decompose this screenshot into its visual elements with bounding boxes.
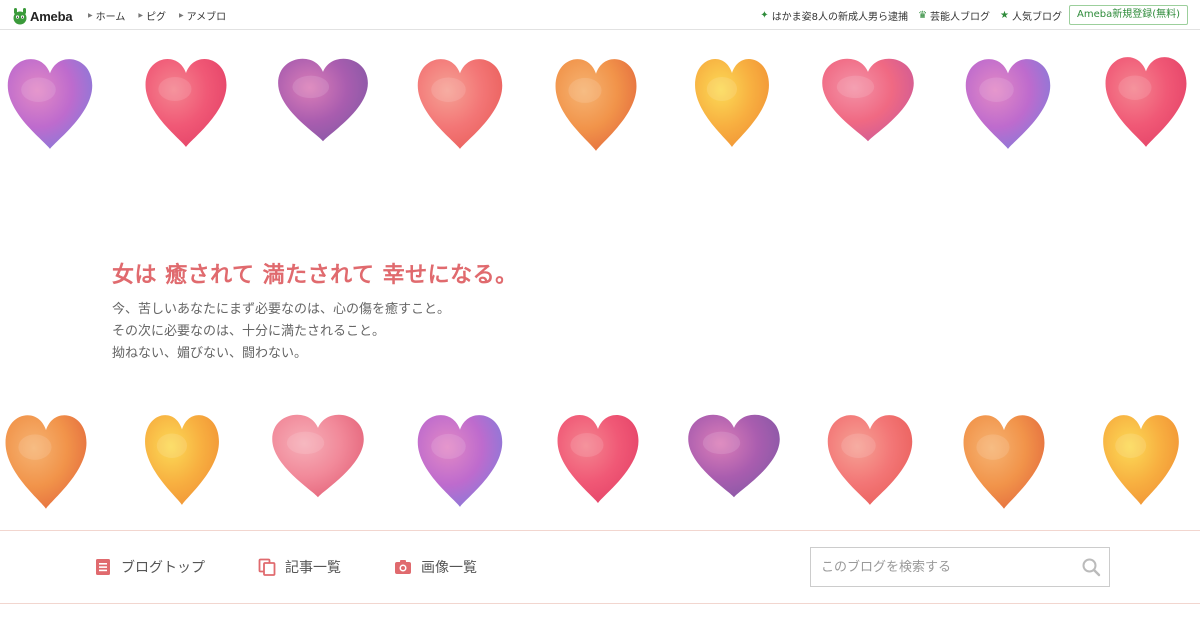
blog-top-link[interactable]: ブログトップ [94, 557, 205, 577]
blog-nav: ブログトップ 記事一覧 画像一覧 [0, 530, 1200, 604]
heart-illustration [266, 411, 370, 501]
entry-list-label: 記事一覧 [285, 560, 341, 576]
heart-illustration [412, 55, 508, 153]
caret-right-icon: ▶ [138, 12, 143, 19]
register-button[interactable]: Ameba新規登録(無料) [1068, 5, 1188, 25]
caret-right-icon: ▶ [88, 12, 93, 19]
nav-pigg[interactable]: ▶ ピグ [138, 8, 166, 23]
celebrity-blog-link[interactable]: ♛ 芸能人ブログ [918, 8, 990, 23]
blog-catchphrase: 女は 癒されて 満たされて 幸せになる。 [112, 263, 518, 288]
news-link-label: はかま姿8人の新成人男ら逮捕 [771, 12, 909, 23]
heart-illustration [550, 55, 642, 155]
heart-illustration [1098, 411, 1184, 509]
image-list-link[interactable]: 画像一覧 [394, 557, 477, 577]
ameba-mascot-icon [13, 8, 27, 25]
caret-right-icon: ▶ [178, 12, 184, 19]
heart-illustration [412, 411, 508, 511]
heart-illustration [2, 55, 98, 153]
blog-search [810, 547, 1110, 587]
blog-lead: 今、苦しいあなたにまず必要なのは、心の傷を癒すこと。 その次に必要なのは、十分に… [112, 299, 450, 365]
ameba-logo[interactable]: Ameba [12, 6, 73, 26]
heart-illustration [958, 411, 1050, 513]
heart-illustration [0, 411, 92, 513]
star-icon: ★ [1000, 10, 1009, 21]
heart-illustration [552, 411, 644, 507]
heart-illustration [682, 411, 786, 501]
copy-icon [258, 558, 276, 576]
nav-ameblo-label: アメブロ [186, 12, 227, 23]
crown-icon: ♛ [918, 10, 928, 21]
logo-text: Ameba [30, 8, 73, 24]
lead-line: その次に必要なのは、十分に満たされること。 [112, 324, 386, 339]
document-icon [96, 559, 110, 575]
heart-illustration [140, 411, 224, 509]
lead-line: 今、苦しいあなたにまず必要なのは、心の傷を癒すこと。 [112, 302, 451, 317]
popular-blog-label: 人気ブログ [1012, 12, 1062, 23]
nav-ameblo[interactable]: ▶ アメブロ [179, 8, 226, 23]
sparkle-icon: ✦ [760, 10, 769, 21]
lead-line: 拗ねない、媚びない、闘わない。 [112, 346, 308, 361]
news-link[interactable]: ✦ はかま姿8人の新成人男ら逮捕 [760, 8, 908, 23]
service-nav: ▶ ホーム ▶ ピグ ▶ アメブロ [88, 8, 239, 23]
entry-list-link[interactable]: 記事一覧 [258, 557, 341, 577]
blog-header-image: 女は 癒されて 満たされて 幸せになる。 今、苦しいあなたにまず必要なのは、心の… [0, 31, 1200, 531]
nav-home-label: ホーム [95, 12, 126, 23]
nav-home[interactable]: ▶ ホーム [88, 8, 125, 23]
celebrity-blog-label: 芸能人ブログ [930, 12, 991, 23]
heart-illustration [960, 55, 1056, 153]
global-header: Ameba ▶ ホーム ▶ ピグ ▶ アメブロ ✦ はかま姿8人の新成人男ら逮捕 ♛ 芸能… [0, 0, 1200, 30]
heart-illustration [690, 55, 774, 151]
blog-search-input[interactable] [811, 548, 1071, 586]
top-links: ✦ はかま姿8人の新成人男ら逮捕 ♛ 芸能人ブログ ★ 人気ブログ [750, 8, 1062, 23]
image-list-label: 画像一覧 [421, 560, 477, 576]
blog-top-label: ブログトップ [121, 560, 205, 576]
search-icon[interactable] [1081, 557, 1101, 577]
heart-illustration [1100, 53, 1192, 151]
heart-illustration [822, 411, 918, 509]
nav-pigg-label: ピグ [145, 12, 166, 23]
heart-illustration [140, 55, 232, 151]
heart-illustration [272, 55, 374, 145]
camera-icon [395, 560, 411, 574]
popular-blog-link[interactable]: ★ 人気ブログ [1000, 8, 1062, 23]
heart-illustration [816, 55, 920, 145]
